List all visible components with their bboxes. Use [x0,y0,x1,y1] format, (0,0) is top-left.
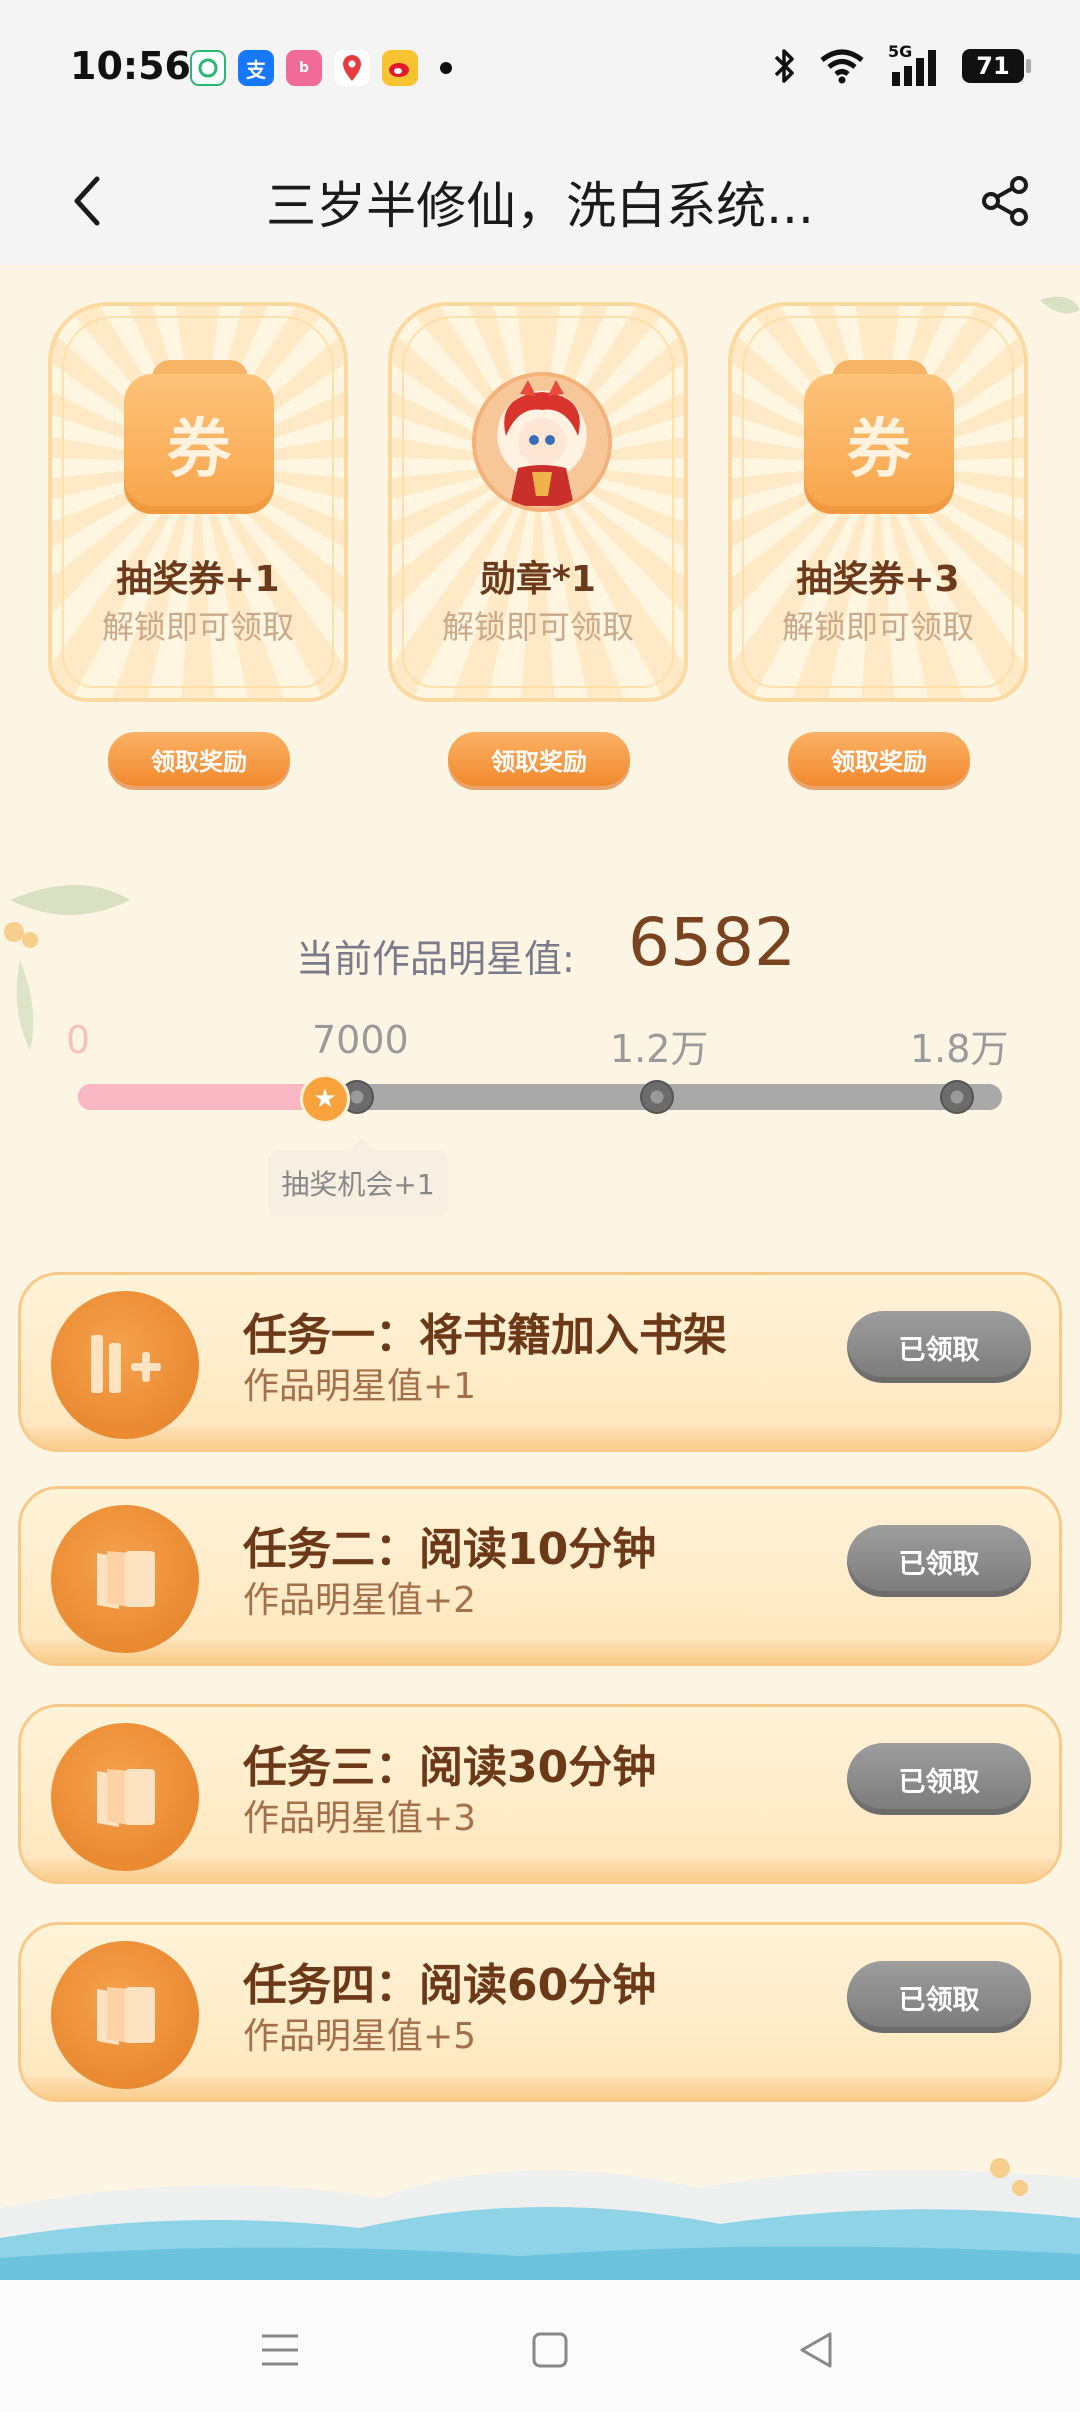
task-reward: 作品明星值+1 [243,1366,477,1407]
ticket-icon: 券 [804,374,954,514]
task-reward: 作品明星值+3 [243,1798,477,1839]
task-card-2: 任务二：阅读10分钟 作品明星值+2 已领取 [18,1486,1062,1666]
more-notifications-dot [440,62,452,74]
reward-subtitle: 解锁即可领取 [441,608,634,646]
mountain-landscape-decoration [0,2158,1080,2280]
back-nav-button[interactable] [776,2310,856,2390]
menu-icon [262,2334,298,2366]
milestone-coin-icon [940,1080,974,1114]
task-title: 任务三：阅读30分钟 [243,1742,657,1793]
share-button[interactable] [970,166,1040,236]
claim-reward-button-3[interactable]: 领取奖励 [788,732,970,786]
share-icon [982,176,1028,226]
book-open-icon [51,1505,199,1653]
task-claimed-button[interactable]: 已领取 [847,1743,1031,1815]
progress-track [78,1084,1002,1110]
bookshelf-add-icon [51,1291,199,1439]
milestone-tooltip: 抽奖机会+1 [268,1138,448,1216]
page-title: 三岁半修仙，洗白系统... [266,177,814,235]
reward-title: 抽奖券+1 [116,559,280,600]
status-time: 10:56 [70,44,191,88]
green-app-icon [190,50,226,86]
task-title: 任务一：将书籍加入书架 [243,1310,727,1361]
back-button[interactable] [56,166,116,236]
milestone-label-1: 7000 [312,1018,409,1062]
battery-indicator: 71 [962,49,1031,83]
task-claimed-button[interactable]: 已领取 [847,1525,1031,1597]
wifi-icon [820,49,864,84]
recent-apps-button[interactable] [240,2310,320,2390]
milestone-coin-icon [640,1080,674,1114]
system-navigation-bar [0,2280,1080,2412]
reward-card-3: 券 抽奖券+3 解锁即可领取 [728,302,1028,702]
task-title: 任务四：阅读60分钟 [243,1960,657,2011]
system-icons: 5G 71 [772,42,1031,86]
task-claimed-button[interactable]: 已领取 [847,1961,1031,2033]
home-square-icon [532,2332,568,2368]
task-claimed-button[interactable]: 已领取 [847,1311,1031,1383]
home-button[interactable] [510,2310,590,2390]
reward-title: 勋章*1 [480,559,596,600]
alipay-icon: 支 [238,50,274,86]
star-value-label: 当前作品明星值: [296,937,575,981]
back-triangle-icon [800,2332,832,2368]
current-progress-star-icon: ★ [300,1074,350,1124]
milestone-label-3: 1.8万 [910,1027,1009,1071]
progress-fill [78,1084,326,1110]
claim-reward-button-1[interactable]: 领取奖励 [108,732,290,786]
book-open-icon [51,1723,199,1871]
reward-card-2: 勋章*1 解锁即可领取 [388,302,688,702]
task-card-1: 任务一：将书籍加入书架 作品明星值+1 已领取 [18,1272,1062,1452]
ticket-icon: 券 [124,374,274,514]
task-card-3: 任务三：阅读30分钟 作品明星值+3 已领取 [18,1704,1062,1884]
task-reward: 作品明星值+2 [243,1580,477,1621]
progress-start-label: 0 [66,1018,91,1062]
weibo-icon [382,50,418,86]
map-pin-app-icon [334,50,370,86]
star-value: 6582 [628,904,796,981]
task-title: 任务二：阅读10分钟 [243,1524,657,1575]
notification-icons: 支 b [190,50,452,86]
reward-subtitle: 解锁即可领取 [781,608,974,646]
milestone-label-2: 1.2万 [610,1027,709,1071]
task-reward: 作品明星值+5 [243,2016,477,2057]
book-open-icon [51,1941,199,2089]
top-app-bar: 三岁半修仙，洗白系统... [0,140,1080,265]
bilibili-icon: b [286,50,322,86]
bluetooth-icon [774,49,794,83]
medal-character-icon [472,372,612,512]
claim-reward-button-2[interactable]: 领取奖励 [448,732,630,786]
reward-title: 抽奖券+3 [796,559,960,600]
status-bar: 10:56 支 b 5G 71 [0,0,1080,140]
signal-icon: 5G [888,42,940,86]
chevron-left-icon [74,176,100,226]
reward-subtitle: 解锁即可领取 [101,608,294,646]
reward-card-1: 券 抽奖券+1 解锁即可领取 [48,302,348,702]
leaf-decoration-right [1040,296,1080,314]
task-card-4: 任务四：阅读60分钟 作品明星值+5 已领取 [18,1922,1062,2102]
